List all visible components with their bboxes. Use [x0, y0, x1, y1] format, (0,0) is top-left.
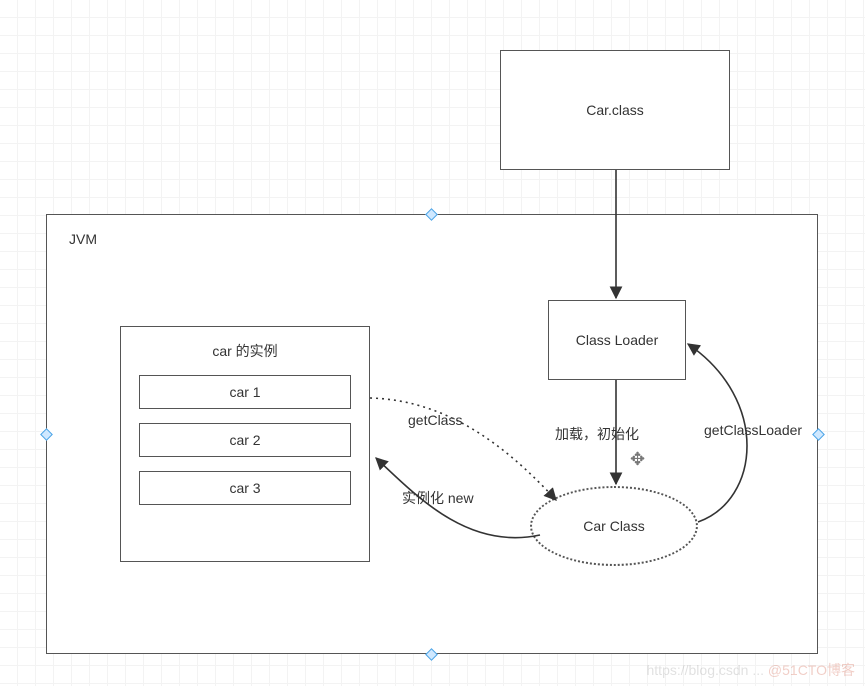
- class-loader-label: Class Loader: [576, 332, 659, 348]
- edge-label-getclassloader: getClassLoader: [704, 422, 802, 438]
- instance-row-3[interactable]: car 3: [139, 471, 351, 505]
- instance-label: car 2: [229, 432, 260, 448]
- car-instances-title: car 的实例: [139, 341, 351, 361]
- instance-row-1[interactable]: car 1: [139, 375, 351, 409]
- instance-row-2[interactable]: car 2: [139, 423, 351, 457]
- move-cursor-icon: ✥: [630, 450, 645, 468]
- instance-label: car 3: [229, 480, 260, 496]
- class-loader-box[interactable]: Class Loader: [548, 300, 686, 380]
- car-class-file-box[interactable]: Car.class: [500, 50, 730, 170]
- car-class-ellipse-label: Car Class: [583, 518, 644, 534]
- jvm-label: JVM: [69, 231, 97, 247]
- instance-label: car 1: [229, 384, 260, 400]
- car-class-file-label: Car.class: [586, 102, 644, 118]
- edge-label-getclass: getClass: [408, 412, 462, 428]
- edge-label-loadinit: 加载，初始化: [555, 424, 639, 444]
- car-instances-box[interactable]: car 的实例 car 1 car 2 car 3: [120, 326, 370, 562]
- edge-label-instantiate: 实例化 new: [402, 488, 474, 508]
- watermark-prefix: https://blog.csdn ...: [647, 662, 768, 678]
- watermark-brand: @51CTO博客: [768, 662, 855, 678]
- car-class-ellipse[interactable]: Car Class: [530, 486, 698, 566]
- watermark: https://blog.csdn ... @51CTO博客: [647, 660, 856, 680]
